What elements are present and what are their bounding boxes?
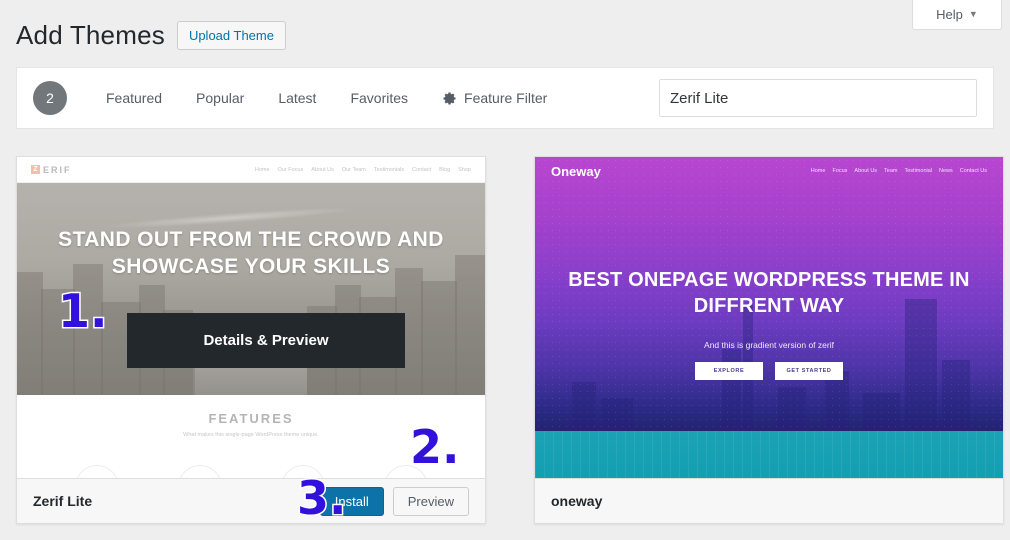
get-started-button[interactable]: GET STARTED (775, 362, 843, 380)
page-title: Add Themes (16, 20, 165, 51)
theme-filter-bar: 2 Featured Popular Latest Favorites Feat… (16, 67, 994, 129)
oneway-nav-item: About Us (854, 168, 877, 174)
zerif-nav-item: Our Team (342, 167, 366, 173)
filter-link-popular[interactable]: Popular (179, 90, 261, 106)
filter-link-latest[interactable]: Latest (261, 90, 333, 106)
oneway-hero-buttons: EXPLORE GET STARTED (535, 362, 1003, 380)
oneway-logo: Oneway (551, 164, 601, 179)
upload-theme-button[interactable]: Upload Theme (177, 21, 286, 51)
feature-filter-label: Feature Filter (464, 90, 547, 106)
feature-circle-icon (384, 465, 428, 479)
zerif-features-title: FEATURES (17, 411, 485, 426)
zerif-nav-item: Testimonials (374, 167, 404, 173)
preview-button[interactable]: Preview (393, 487, 469, 516)
oneway-teal-band (535, 431, 1003, 479)
zerif-hero-title: STAND OUT FROM THE CROWD AND SHOWCASE YO… (17, 227, 485, 281)
zerif-logo-mark: Z (31, 165, 40, 174)
theme-count-badge: 2 (33, 81, 67, 115)
filter-link-favorites[interactable]: Favorites (333, 90, 425, 106)
zerif-site-topbar: Z ERIF Home Our Focus About Us Our Team … (17, 157, 485, 183)
chevron-down-icon: ▼ (969, 10, 978, 19)
feature-circle-icon (178, 465, 222, 479)
help-button[interactable]: Help ▼ (912, 0, 1002, 30)
oneway-site-topbar: Oneway Home Focus About Us Team Testimon… (535, 157, 1003, 185)
feature-filter-button[interactable]: Feature Filter (425, 90, 557, 106)
theme-card-zerif-lite[interactable]: Z ERIF Home Our Focus About Us Our Team … (16, 156, 486, 524)
add-themes-page: Help ▼ Add Themes Upload Theme 2 Feature… (0, 0, 1010, 540)
theme-name-oneway: oneway (551, 493, 602, 509)
zerif-site-nav: Home Our Focus About Us Our Team Testimo… (255, 167, 471, 173)
zerif-nav-item: About Us (311, 167, 334, 173)
oneway-hero-subtitle: And this is gradient version of zerif (535, 340, 1003, 350)
theme-card-footer-oneway: oneway (535, 478, 1003, 523)
explore-button[interactable]: EXPLORE (695, 362, 763, 380)
oneway-nav-item: Team (884, 168, 897, 174)
filter-link-featured[interactable]: Featured (89, 90, 179, 106)
oneway-nav-item: Contact Us (960, 168, 987, 174)
oneway-hero-title: BEST ONEPAGE WORDPRESS THEME IN DIFFRENT… (535, 267, 1003, 319)
zerif-hero: STAND OUT FROM THE CROWD AND SHOWCASE YO… (17, 183, 485, 395)
gear-icon (442, 91, 457, 106)
oneway-nav-item: News (939, 168, 953, 174)
zerif-nav-item: Our Focus (278, 167, 304, 173)
details-and-preview-button[interactable]: Details & Preview (127, 313, 405, 368)
zerif-nav-item: Blog (439, 167, 450, 173)
zerif-logo-text: ERIF (43, 165, 72, 175)
zerif-logo: Z ERIF (31, 165, 72, 175)
oneway-nav-item: Home (811, 168, 826, 174)
zerif-features-subtitle: What makes this single-page WordPress th… (17, 432, 485, 438)
page-header: Add Themes Upload Theme (16, 20, 286, 51)
search-themes-input[interactable] (659, 79, 977, 117)
install-button[interactable]: Install (320, 487, 384, 516)
zerif-features-section: FEATURES What makes this single-page Wor… (17, 395, 485, 479)
zerif-nav-item: Shop (458, 167, 471, 173)
oneway-site-nav: Home Focus About Us Team Testimonial New… (811, 168, 987, 174)
help-label: Help (936, 7, 963, 22)
oneway-nav-item: Focus (832, 168, 847, 174)
theme-screenshot-zerif-lite: Z ERIF Home Our Focus About Us Our Team … (17, 157, 485, 479)
feature-circle-icon (75, 465, 119, 479)
theme-screenshot-oneway: Oneway Home Focus About Us Team Testimon… (535, 157, 1003, 479)
zerif-nav-item: Contact (412, 167, 431, 173)
teal-texture (535, 431, 1003, 479)
theme-name-zerif-lite: Zerif Lite (33, 493, 92, 509)
filter-links: Featured Popular Latest Favorites Featur… (89, 90, 557, 106)
theme-card-footer-zerif-lite: Zerif Lite Install Preview (17, 478, 485, 523)
theme-card-oneway[interactable]: Oneway Home Focus About Us Team Testimon… (534, 156, 1004, 524)
oneway-hero: Oneway Home Focus About Us Team Testimon… (535, 157, 1003, 431)
feature-circle-icon (281, 465, 325, 479)
zerif-feature-icons (17, 465, 485, 479)
zerif-nav-item: Home (255, 167, 270, 173)
theme-actions: Install Preview (320, 487, 469, 516)
oneway-nav-item: Testimonial (905, 168, 933, 174)
